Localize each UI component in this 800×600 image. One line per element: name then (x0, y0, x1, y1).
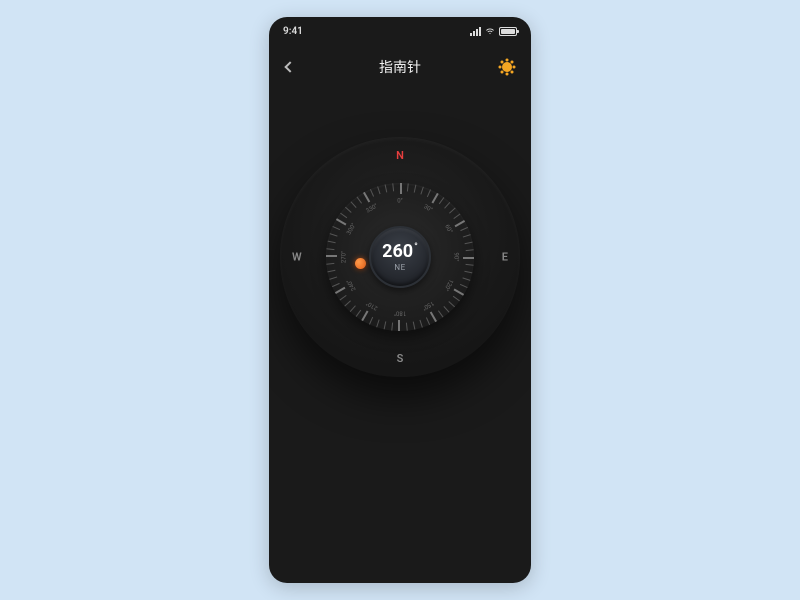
tick-mark (326, 256, 337, 258)
tick-mark (439, 197, 445, 204)
degree-symbol: ° (414, 242, 418, 253)
compass-area: N E S W 0°30°60°90°120°150°180°210°240°2… (269, 137, 531, 377)
tick-mark (460, 284, 468, 288)
tick-mark (443, 306, 449, 313)
sun-icon (502, 62, 512, 72)
degree-label: 150° (421, 299, 435, 311)
tick-mark (332, 283, 340, 287)
cardinal-north: N (396, 149, 404, 162)
tick-mark (430, 312, 437, 322)
cardinal-west: W (292, 251, 302, 264)
tick-mark (369, 317, 373, 325)
tick-mark (327, 270, 335, 273)
tick-mark (420, 187, 423, 195)
tick-mark (463, 257, 474, 259)
tick-mark (454, 289, 464, 296)
tick-mark (466, 264, 474, 266)
tick-mark (335, 287, 345, 294)
degree-label: 60° (443, 223, 454, 234)
tick-mark (407, 183, 409, 191)
tick-mark (448, 301, 455, 307)
degree-label: 270° (341, 251, 348, 263)
compass-dial[interactable]: 0°30°60°90°120°150°180°210°240°270°300°3… (326, 183, 474, 331)
tick-mark (363, 192, 370, 202)
tick-mark (426, 317, 430, 325)
cardinal-east: E (502, 251, 508, 264)
theme-toggle-button[interactable] (497, 57, 517, 77)
tick-mark (340, 213, 347, 219)
tick-mark (326, 248, 334, 250)
page-title: 指南针 (379, 57, 421, 77)
tick-mark (344, 300, 351, 306)
chevron-left-icon (284, 61, 295, 72)
tick-mark (444, 202, 450, 209)
tick-mark (453, 214, 460, 220)
tick-mark (399, 320, 401, 331)
tick-mark (462, 277, 470, 280)
tick-mark (384, 321, 387, 329)
tick-mark (330, 233, 338, 236)
degree-label: 300° (345, 222, 357, 236)
degree-label: 0° (397, 198, 403, 205)
status-indicators (470, 27, 517, 36)
tick-mark (345, 207, 352, 213)
tick-mark (350, 201, 356, 208)
compass-bevel: N E S W 0°30°60°90°120°150°180°210°240°2… (280, 137, 520, 377)
tick-mark (406, 323, 408, 331)
degree-label: 120° (442, 278, 454, 292)
tick-mark (413, 322, 416, 330)
tick-mark (432, 193, 439, 203)
tick-mark (332, 226, 340, 230)
tick-mark (326, 263, 334, 265)
battery-icon (499, 27, 517, 36)
tick-mark (427, 189, 431, 197)
heading-readout: 260 ° (382, 243, 418, 261)
status-time: 9:41 (283, 26, 303, 37)
tick-mark (400, 183, 402, 194)
wifi-icon (485, 27, 495, 35)
degree-label: 30° (422, 203, 433, 214)
tick-mark (463, 234, 471, 237)
degree-label: 240° (345, 278, 357, 292)
tick-mark (455, 220, 465, 227)
degree-label: 90° (453, 253, 460, 262)
cellular-signal-icon (470, 27, 481, 36)
tick-mark (465, 242, 473, 245)
tick-mark (356, 310, 362, 317)
tick-mark (340, 295, 347, 301)
tick-mark (449, 207, 456, 213)
back-button[interactable] (279, 56, 301, 78)
degree-label: 180° (394, 310, 406, 317)
tick-mark (419, 320, 422, 328)
tick-mark (357, 197, 363, 204)
tick-mark (377, 186, 380, 194)
tick-mark (392, 183, 394, 191)
tick-mark (391, 323, 393, 331)
tick-mark (464, 271, 472, 274)
tick-mark (328, 241, 336, 244)
tick-mark (466, 249, 474, 251)
degree-label: 330° (365, 202, 379, 214)
tick-mark (453, 296, 460, 302)
heading-direction: NE (394, 263, 405, 272)
tick-mark (336, 219, 346, 226)
compass-hub: 260 ° NE (369, 226, 431, 288)
tick-mark (350, 305, 356, 312)
tick-mark (460, 227, 468, 231)
tick-mark (385, 184, 388, 192)
phone-frame: 9:41 指南针 N E S W 0°30 (269, 17, 531, 583)
tick-mark (329, 276, 337, 279)
tick-mark (438, 310, 444, 317)
tick-mark (376, 319, 379, 327)
tick-mark (370, 189, 374, 197)
cardinal-south: S (397, 352, 404, 365)
tick-mark (362, 311, 369, 321)
heading-value: 260 (382, 243, 413, 261)
status-bar: 9:41 (269, 17, 531, 45)
nav-bar: 指南针 (269, 45, 531, 89)
tick-mark (414, 185, 417, 193)
